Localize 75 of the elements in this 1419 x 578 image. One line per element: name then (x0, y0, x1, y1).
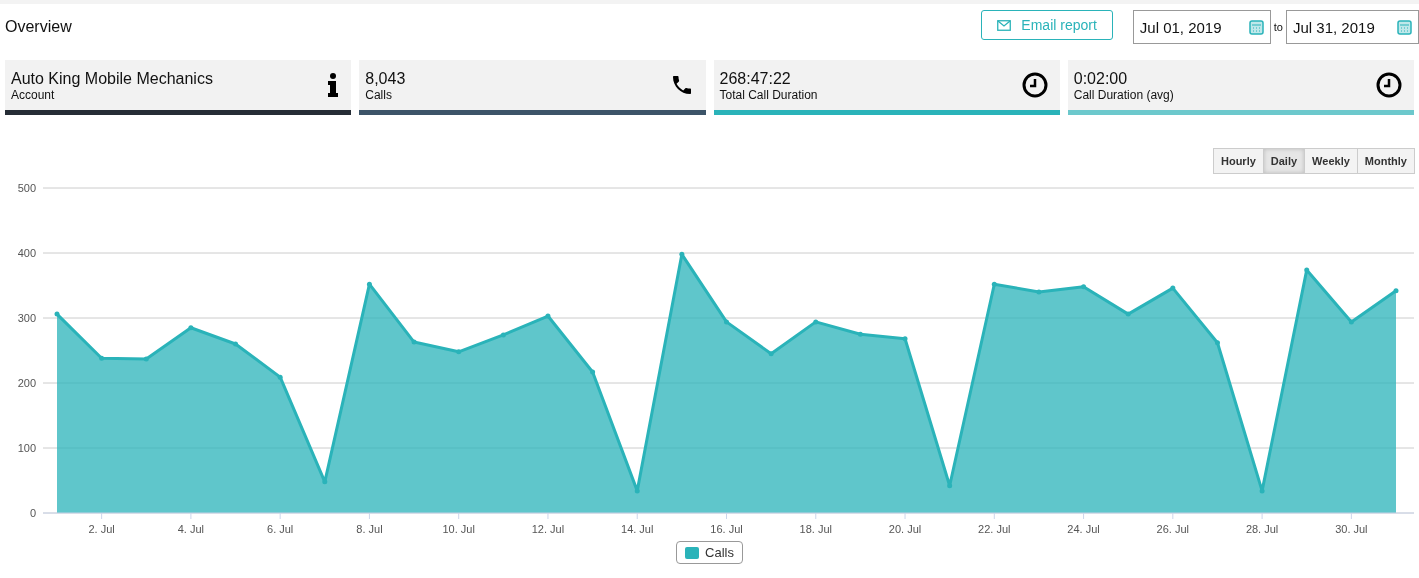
calendar-icon[interactable] (1248, 19, 1264, 35)
axis-label: 300 (17, 312, 36, 324)
interval-button[interactable]: Monthly (1356, 148, 1415, 174)
data-point (1348, 319, 1354, 325)
legend-item[interactable]: Calls (676, 541, 743, 564)
data-point (902, 336, 908, 342)
interval-button[interactable]: Daily (1262, 148, 1306, 174)
axis-label: 18. Jul (799, 523, 832, 535)
data-point (1081, 284, 1087, 290)
data-point (545, 313, 551, 319)
info-icon (327, 73, 340, 97)
data-point (634, 488, 640, 494)
data-point (233, 341, 239, 347)
data-point (679, 251, 685, 257)
axis-label: 28. Jul (1245, 523, 1279, 535)
data-point (947, 483, 953, 489)
data-point (188, 325, 194, 331)
axis-label: 6. Jul (267, 523, 294, 535)
date-separator: to (1273, 21, 1283, 33)
data-point (1304, 267, 1310, 273)
data-point (1393, 288, 1399, 294)
axis-label: 100 (17, 442, 36, 454)
data-point (991, 281, 997, 287)
data-point (1214, 340, 1220, 346)
data-point (857, 331, 863, 337)
axis-label: 0 (29, 507, 36, 519)
data-point (322, 479, 328, 485)
clock-icon (1376, 72, 1402, 98)
axis-label: 500 (17, 182, 36, 194)
interval-button[interactable]: Weekly (1304, 148, 1358, 174)
stat-label: Account (11, 87, 56, 102)
page-title: Overview (5, 18, 73, 36)
data-point (456, 349, 462, 355)
data-point (277, 374, 283, 380)
stat-label: Calls (365, 87, 393, 102)
calendar-icon[interactable] (1397, 19, 1412, 35)
stat-value: 268:47:22 (719, 68, 792, 88)
axis-label: 26. Jul (1156, 523, 1190, 535)
data-point (1036, 289, 1042, 295)
axis-label: 12. Jul (531, 523, 565, 535)
data-point (1259, 488, 1265, 494)
stat-label: Total Call Duration (719, 87, 819, 102)
axis-label: 8. Jul (356, 523, 383, 535)
axis-label: 16. Jul (710, 523, 743, 535)
data-point (813, 319, 819, 325)
date-field[interactable]: Jul 31, 2019 (1286, 10, 1419, 44)
data-point (500, 332, 506, 338)
data-point (1170, 285, 1176, 291)
data-point (768, 351, 774, 357)
data-point (54, 311, 60, 317)
stat-value: 8,043 (365, 68, 407, 88)
axis-label: 20. Jul (888, 523, 922, 535)
axis-label: 14. Jul (621, 523, 654, 535)
axis-label: 30. Jul (1335, 523, 1368, 535)
stat-value: Auto King Mobile Mechanics (11, 68, 214, 88)
date-field[interactable]: Jul 01, 2019 (1132, 10, 1271, 44)
data-point (1125, 311, 1131, 317)
envelope-icon (997, 19, 1012, 31)
stat-label: Call Duration (avg) (1073, 87, 1175, 102)
axis-label: 24. Jul (1067, 523, 1100, 535)
data-point (366, 281, 372, 287)
axis-label: 2. Jul (88, 523, 115, 535)
clock-icon (1021, 72, 1048, 98)
data-point (590, 369, 596, 375)
data-point (724, 319, 729, 325)
data-point (99, 355, 105, 361)
axis-label: 200 (17, 377, 36, 389)
axis-label: 4. Jul (177, 523, 205, 535)
axis-label: 10. Jul (442, 523, 475, 535)
axis-label: 22. Jul (978, 523, 1011, 535)
data-point (411, 339, 417, 345)
stat-value: 0:02:00 (1073, 68, 1129, 88)
interval-button[interactable]: Hourly (1212, 148, 1264, 174)
data-point (143, 356, 149, 362)
axis-label: 400 (17, 247, 36, 259)
